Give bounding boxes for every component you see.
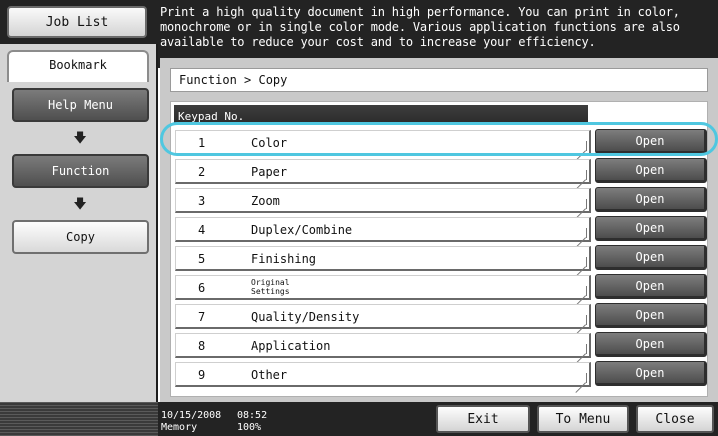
row-number: 7 xyxy=(198,310,206,324)
row-number: 4 xyxy=(198,223,206,237)
list-item[interactable]: 2 Paper xyxy=(175,159,591,184)
row-number: 6 xyxy=(198,281,206,295)
corner-icon xyxy=(576,286,587,296)
open-button[interactable]: Open xyxy=(595,332,707,357)
row-label: Finishing xyxy=(251,252,317,266)
to-menu-button[interactable]: To Menu xyxy=(537,405,629,433)
list-item[interactable]: 7 Quality/Density xyxy=(175,304,591,329)
sidebar-item-function[interactable]: Function xyxy=(12,154,149,188)
row-number: 9 xyxy=(198,368,206,382)
selection-highlight xyxy=(160,122,718,156)
list-item[interactable]: 5 Finishing xyxy=(175,246,591,271)
open-button[interactable]: Open xyxy=(595,187,707,212)
date-display: 10/15/2008 xyxy=(161,410,222,421)
open-button[interactable]: Open xyxy=(595,158,707,183)
open-button[interactable]: Open xyxy=(595,245,707,270)
breadcrumb: Function > Copy xyxy=(170,68,708,92)
row-label: Quality/Density xyxy=(251,310,360,324)
help-message: Print a high quality document in high pe… xyxy=(160,5,680,49)
list-item[interactable]: 8 Application xyxy=(175,333,591,358)
corner-icon xyxy=(576,373,587,383)
row-number: 2 xyxy=(198,165,206,179)
close-button[interactable]: Close xyxy=(636,405,714,433)
row-label: Application xyxy=(251,339,331,353)
corner-icon xyxy=(576,257,587,267)
corner-icon xyxy=(576,344,587,354)
list-item[interactable]: 6 Original Settings xyxy=(175,275,591,300)
corner-icon xyxy=(576,170,587,180)
down-arrow-icon: 🡇 xyxy=(73,197,87,212)
row-number: 3 xyxy=(198,194,206,208)
open-button[interactable]: Open xyxy=(595,303,707,328)
row-label: Paper xyxy=(251,165,288,179)
bookmark-tab[interactable]: Bookmark xyxy=(7,50,149,82)
corner-icon xyxy=(576,199,587,209)
row-number: 5 xyxy=(198,252,206,266)
time-display: 08:52 xyxy=(237,410,268,421)
exit-button[interactable]: Exit xyxy=(436,405,530,433)
sidebar-item-copy[interactable]: Copy xyxy=(12,220,149,254)
row-label: Duplex/Combine xyxy=(251,223,353,237)
open-button[interactable]: Open xyxy=(595,274,707,299)
row-label: Original Settings xyxy=(251,278,290,296)
job-list-button[interactable]: Job List xyxy=(7,6,147,38)
list-item[interactable]: 3 Zoom xyxy=(175,188,591,213)
row-label: Zoom xyxy=(251,194,280,208)
list-item[interactable]: 4 Duplex/Combine xyxy=(175,217,591,242)
row-label: Other xyxy=(251,368,288,382)
open-button[interactable]: Open xyxy=(595,216,707,241)
list-item[interactable]: 9 Other xyxy=(175,362,591,387)
memory-label: Memory xyxy=(161,422,198,433)
row-number: 8 xyxy=(198,339,206,353)
open-button[interactable]: Open xyxy=(595,361,707,386)
down-arrow-icon: 🡇 xyxy=(73,131,87,146)
memory-value: 100% xyxy=(237,422,262,433)
sidebar-item-help-menu[interactable]: Help Menu xyxy=(12,88,149,122)
corner-icon xyxy=(576,315,587,325)
footer-status-strip xyxy=(0,402,158,436)
corner-icon xyxy=(576,228,587,238)
